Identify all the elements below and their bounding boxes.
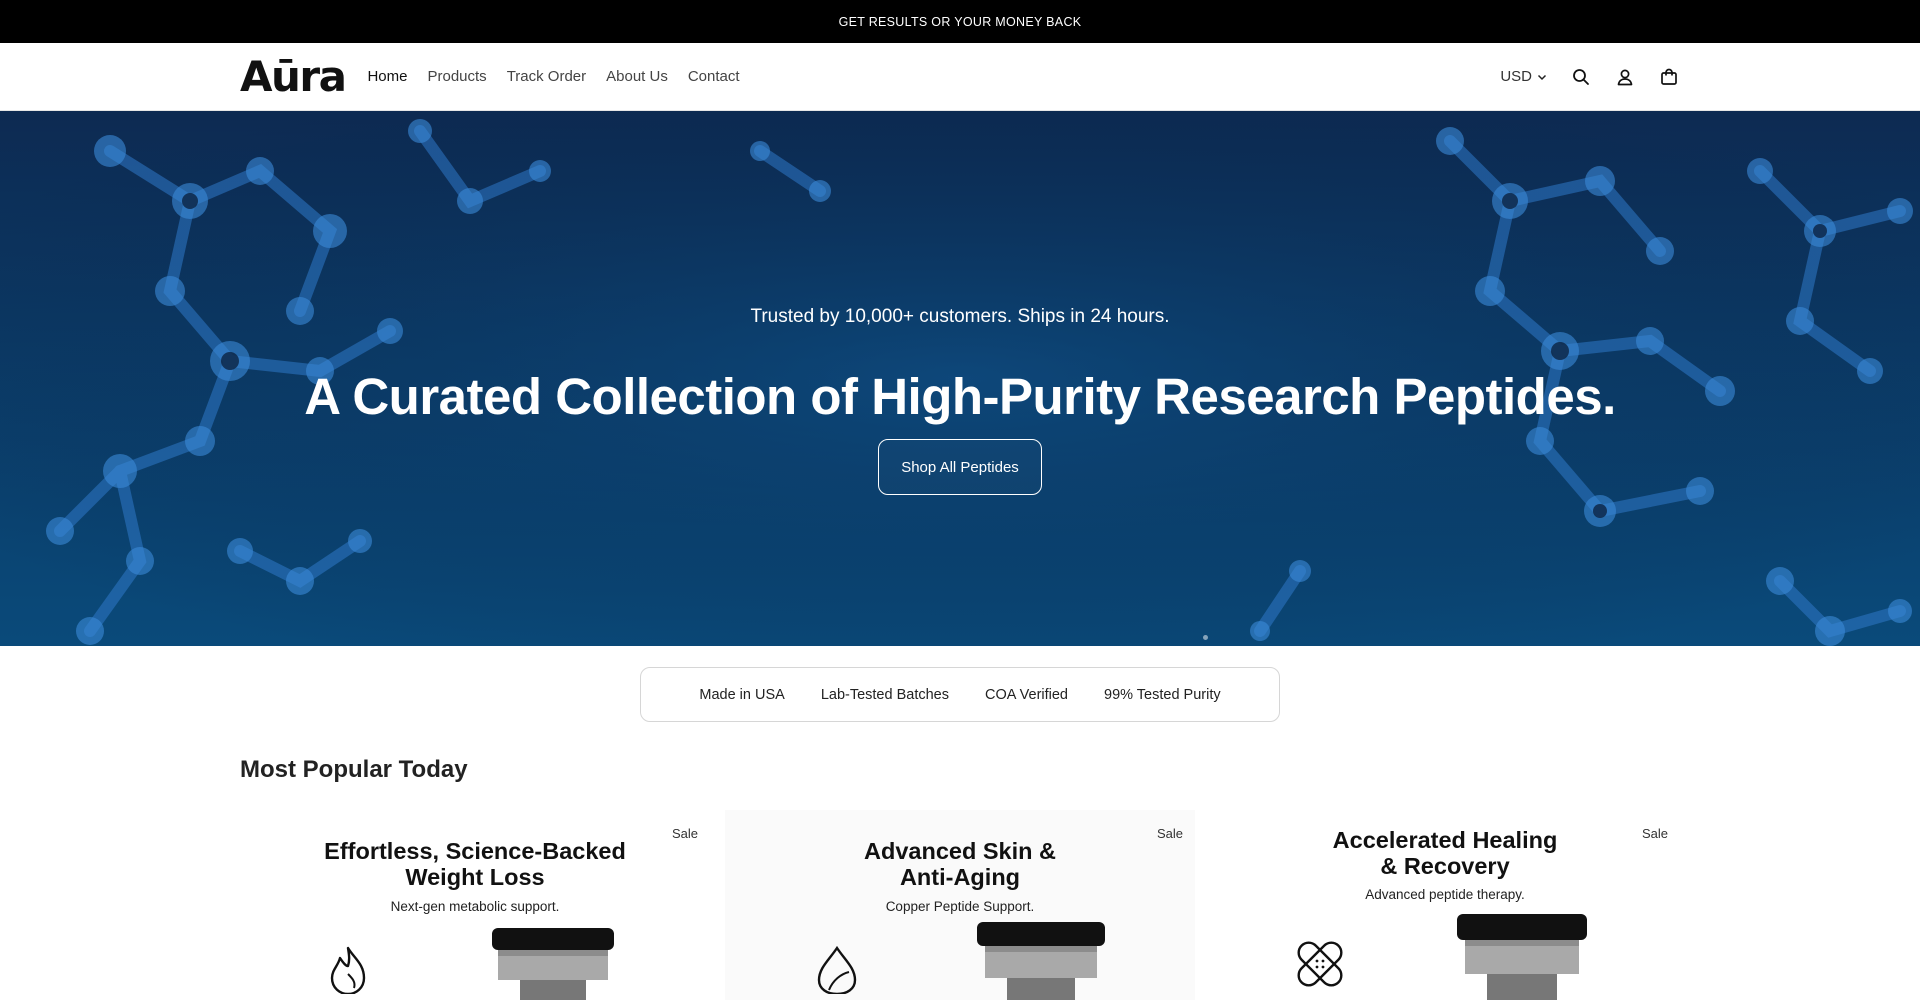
- nav-home[interactable]: Home: [367, 68, 407, 85]
- currency-label: USD: [1500, 68, 1532, 85]
- search-icon[interactable]: [1570, 66, 1592, 88]
- currency-selector[interactable]: USD: [1500, 68, 1548, 85]
- card-title-line: Accelerated Healing: [1332, 827, 1558, 853]
- leaf-drop-icon: [811, 944, 863, 999]
- shop-all-button[interactable]: Shop All Peptides: [878, 439, 1042, 495]
- card-subtitle: Advanced peptide therapy.: [1365, 887, 1525, 902]
- card-subtitle: Next-gen metabolic support.: [390, 899, 560, 914]
- site-header: Aūra Home Products Track Order About Us …: [0, 43, 1920, 111]
- trust-badge: 99% Tested Purity: [1104, 686, 1221, 703]
- card-title: Accelerated Healing & Recovery: [1210, 827, 1680, 879]
- hero-tagline: Trusted by 10,000+ customers. Ships in 2…: [750, 306, 1170, 327]
- card-title: Effortless, Science-Backed Weight Loss: [240, 838, 710, 890]
- announcement-text: GET RESULTS OR YOUR MONEY BACK: [838, 14, 1082, 29]
- nav-track-order[interactable]: Track Order: [507, 68, 586, 85]
- main-nav: Home Products Track Order About Us Conta…: [367, 68, 739, 85]
- card-title-line: Anti-Aging: [899, 864, 1021, 890]
- product-card-weight-loss[interactable]: Sale Effortless, Science-Backed Weight L…: [240, 810, 710, 1000]
- vial-image: [1455, 914, 1589, 1000]
- trust-badge: Made in USA: [699, 686, 785, 703]
- card-subtitle: Copper Peptide Support.: [885, 899, 1035, 914]
- card-title: Advanced Skin & Anti-Aging: [725, 838, 1195, 890]
- product-card-healing[interactable]: Sale Accelerated Healing & Recovery Adva…: [1210, 810, 1680, 1000]
- cart-icon[interactable]: [1658, 66, 1680, 88]
- section-title: Most Popular Today: [240, 756, 468, 783]
- trust-badge: Lab-Tested Batches: [820, 686, 949, 703]
- product-card-anti-aging[interactable]: Sale Advanced Skin & Anti-Aging Copper P…: [725, 810, 1195, 1000]
- nav-contact[interactable]: Contact: [688, 68, 740, 85]
- bandage-icon: [1290, 934, 1350, 999]
- chevron-down-icon: [1536, 71, 1548, 83]
- card-title-line: Effortless, Science-Backed: [324, 838, 626, 864]
- hero-title: A Curated Collection of High-Purity Rese…: [304, 368, 1616, 425]
- vial-image: [975, 922, 1107, 1000]
- product-carousel: Sale Effortless, Science-Backed Weight L…: [240, 810, 1680, 1000]
- vial-image: [490, 928, 616, 1000]
- nav-about-us[interactable]: About Us: [606, 68, 668, 85]
- flame-icon: [324, 944, 372, 999]
- announcement-bar: GET RESULTS OR YOUR MONEY BACK: [0, 0, 1920, 43]
- card-title-line: & Recovery: [1380, 853, 1510, 879]
- hero-banner: Trusted by 10,000+ customers. Ships in 2…: [0, 111, 1920, 646]
- trust-badge: COA Verified: [984, 686, 1068, 703]
- slide-indicator[interactable]: [1203, 635, 1208, 640]
- hero-content: Trusted by 10,000+ customers. Ships in 2…: [0, 111, 1920, 646]
- trust-badges: Made in USA Lab-Tested Batches COA Verif…: [640, 667, 1280, 722]
- nav-products[interactable]: Products: [427, 68, 486, 85]
- account-icon[interactable]: [1614, 66, 1636, 88]
- card-title-line: Weight Loss: [405, 864, 545, 890]
- logo[interactable]: Aūra: [240, 55, 347, 98]
- card-title-line: Advanced Skin &: [864, 838, 1056, 864]
